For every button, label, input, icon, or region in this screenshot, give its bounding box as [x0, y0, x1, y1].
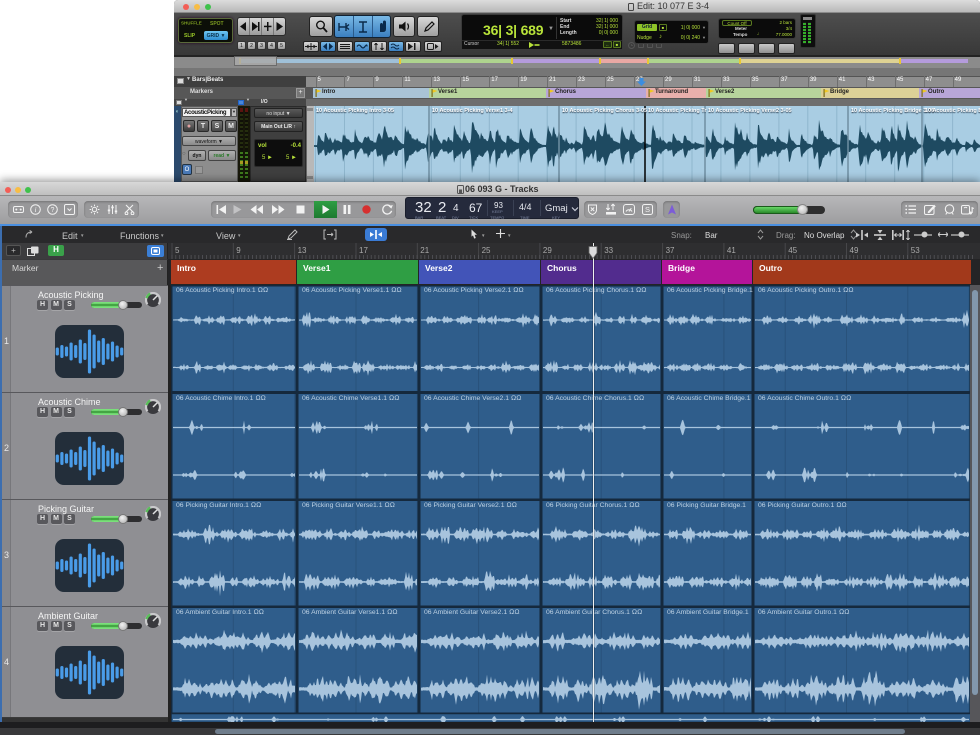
svg-text:37: 37: [666, 246, 675, 255]
svg-text:25: 25: [482, 246, 491, 255]
svg-text:45: 45: [788, 246, 797, 255]
svg-text:i: i: [34, 205, 36, 214]
svg-text:S: S: [645, 205, 650, 214]
svg-text:21: 21: [420, 246, 429, 255]
svg-text:41: 41: [727, 246, 736, 255]
svg-text:13: 13: [298, 246, 307, 255]
svg-text:29: 29: [543, 246, 552, 255]
svg-text:5: 5: [175, 246, 180, 255]
svg-text:53: 53: [911, 246, 920, 255]
svg-text:9: 9: [236, 246, 241, 255]
svg-text:17: 17: [359, 246, 368, 255]
svg-text:?: ?: [51, 207, 55, 214]
svg-text:49: 49: [850, 246, 859, 255]
svg-text:33: 33: [604, 246, 613, 255]
